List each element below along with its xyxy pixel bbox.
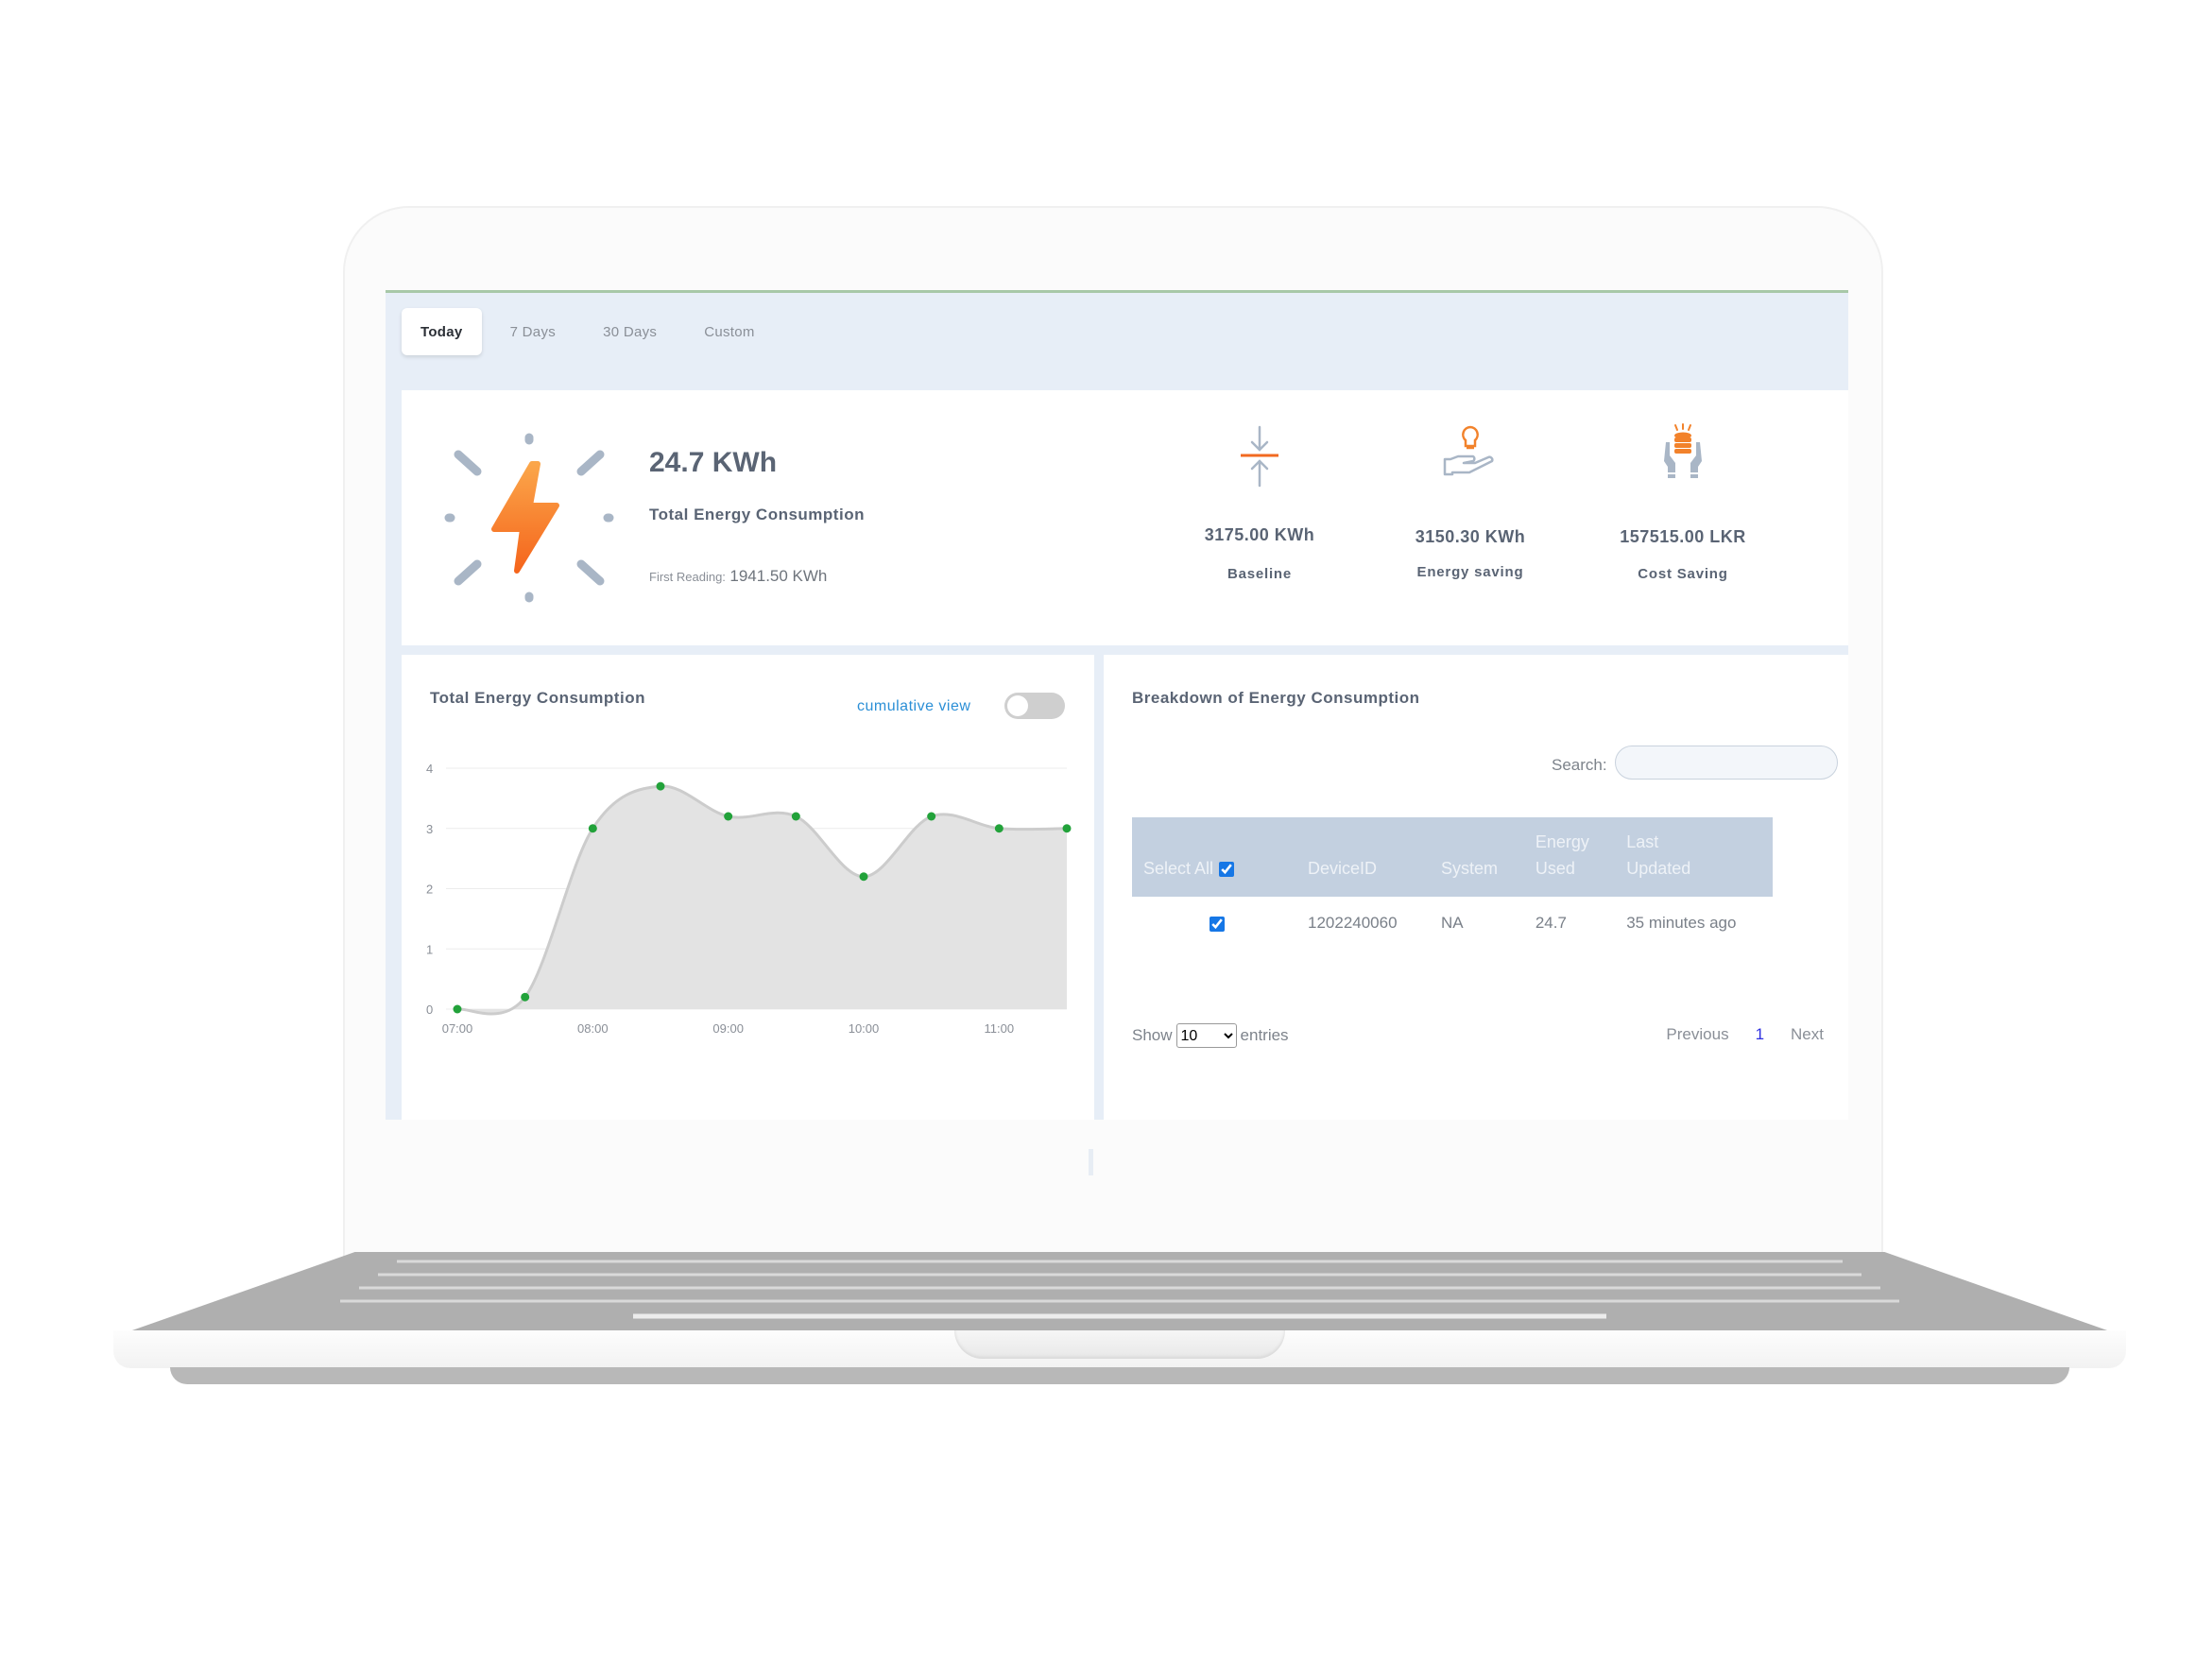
laptop-keyboard-deck [113, 1252, 2126, 1337]
laptop-base-shadow [170, 1367, 2069, 1384]
tab-30-days[interactable]: 30 Days [584, 308, 676, 355]
col-last-updated[interactable]: Last Updated [1615, 817, 1773, 897]
col-energy-used[interactable]: Energy Used [1524, 817, 1615, 897]
x-tick-label: 11:00 [985, 1021, 1015, 1036]
hands-coins-icon [1579, 423, 1787, 489]
period-tabs: Today 7 Days 30 Days Custom [402, 308, 783, 355]
show-label: Show [1132, 1026, 1173, 1044]
area-fill [457, 786, 1067, 1014]
entries-label: entries [1240, 1026, 1289, 1044]
data-point [859, 872, 868, 882]
next-page-button[interactable]: Next [1791, 1025, 1824, 1044]
pagination: Previous 1 Next [1666, 1025, 1824, 1044]
dashboard-screen: Today 7 Days 30 Days Custom 24.7 KWh Tot… [386, 290, 1848, 1120]
data-point [521, 992, 530, 1002]
col-system[interactable]: System [1430, 817, 1524, 897]
last-updated-cell: 35 minutes ago [1626, 914, 1737, 932]
y-tick-label: 2 [426, 883, 433, 897]
table-header-row: Select All DeviceID System Energy Used La… [1132, 817, 1773, 897]
y-tick-label: 0 [426, 1003, 433, 1017]
baseline-value: 3175.00 KWh [1204, 525, 1315, 544]
data-point [656, 781, 665, 791]
data-point [588, 824, 597, 833]
breakdown-title: Breakdown of Energy Consumption [1132, 689, 1420, 707]
breakdown-card: Breakdown of Energy Consumption Search: … [1104, 655, 1848, 1120]
baseline-label: Baseline [1227, 566, 1293, 582]
y-tick-label: 3 [426, 822, 433, 836]
data-point [724, 812, 733, 821]
compress-arrows-icon [1156, 423, 1364, 489]
x-tick-label: 09:00 [712, 1021, 744, 1036]
x-tick-label: 07:00 [442, 1021, 473, 1036]
row-select-cell [1132, 897, 1296, 950]
breakdown-table: Select All DeviceID System Energy Used La… [1132, 817, 1773, 950]
y-tick-label: 4 [426, 762, 433, 776]
entries-select[interactable]: 10 [1175, 1023, 1237, 1048]
laptop-opening-notch [954, 1330, 1285, 1359]
x-tick-label: 10:00 [849, 1021, 880, 1036]
summary-card: 24.7 KWh Total Energy Consumption First … [402, 390, 1848, 645]
energy-used-cell: 24.7 [1535, 914, 1567, 932]
col-last-updated-line2: Updated [1626, 859, 1691, 878]
hand-bulb-icon [1366, 423, 1574, 489]
tab-7-days[interactable]: 7 Days [491, 308, 575, 355]
col-last-updated-line1: Last [1626, 832, 1659, 851]
stat-energy-saving: 3150.30 KWh Energy saving [1366, 423, 1574, 580]
system-cell: NA [1440, 914, 1464, 932]
col-device-id[interactable]: DeviceID [1296, 817, 1430, 897]
screen-marker [1089, 1149, 1093, 1175]
col-energy-used-line2: Used [1535, 859, 1575, 878]
data-point [1062, 824, 1072, 833]
entries-length-control: Show 10 entries [1132, 1023, 1289, 1048]
col-energy-used-line1: Energy [1535, 832, 1589, 851]
cost-saving-label: Cost Saving [1638, 566, 1728, 582]
y-tick-label: 1 [426, 942, 433, 956]
data-point [453, 1004, 462, 1014]
first-reading-label: First Reading: [649, 570, 726, 584]
first-reading: First Reading: 1941.50 KWh [649, 567, 827, 586]
tab-today[interactable]: Today [402, 308, 482, 355]
select-all-label: Select All [1143, 859, 1214, 878]
consumption-chart-card: Total Energy Consumption cumulative view… [402, 655, 1094, 1120]
energy-saving-label: Energy saving [1416, 564, 1524, 580]
data-point [927, 812, 936, 821]
stat-baseline: 3175.00 KWh Baseline [1156, 423, 1364, 582]
col-select-all: Select All [1132, 817, 1296, 897]
first-reading-value: 1941.50 KWh [729, 567, 828, 585]
table-row: 1202240060 NA 24.7 35 minutes ago [1132, 897, 1773, 950]
keyboard-keys [340, 1260, 1899, 1319]
total-consumption-label: Total Energy Consumption [649, 506, 865, 523]
lightning-bolt-icon [439, 428, 619, 608]
total-consumption-value: 24.7 KWh [649, 447, 778, 478]
stat-cost-saving: 157515.00 LKR Cost Saving [1579, 423, 1787, 582]
data-point [994, 824, 1004, 833]
data-point [791, 812, 800, 821]
search-input[interactable] [1615, 746, 1838, 780]
row-checkbox[interactable] [1210, 916, 1225, 932]
select-all-checkbox[interactable] [1219, 862, 1235, 878]
consumption-area-chart: 0 1 2 3 4 07:00 08:00 09:00 10:00 11:00 [426, 762, 1072, 1036]
search-label: Search: [1552, 756, 1607, 774]
cost-saving-value: 157515.00 LKR [1620, 527, 1746, 546]
page-1-button[interactable]: 1 [1756, 1025, 1764, 1044]
previous-page-button[interactable]: Previous [1666, 1025, 1728, 1044]
x-tick-label: 08:00 [577, 1021, 609, 1036]
device-id-cell: 1202240060 [1308, 914, 1398, 932]
tab-custom[interactable]: Custom [685, 308, 773, 355]
energy-saving-value: 3150.30 KWh [1415, 527, 1526, 546]
